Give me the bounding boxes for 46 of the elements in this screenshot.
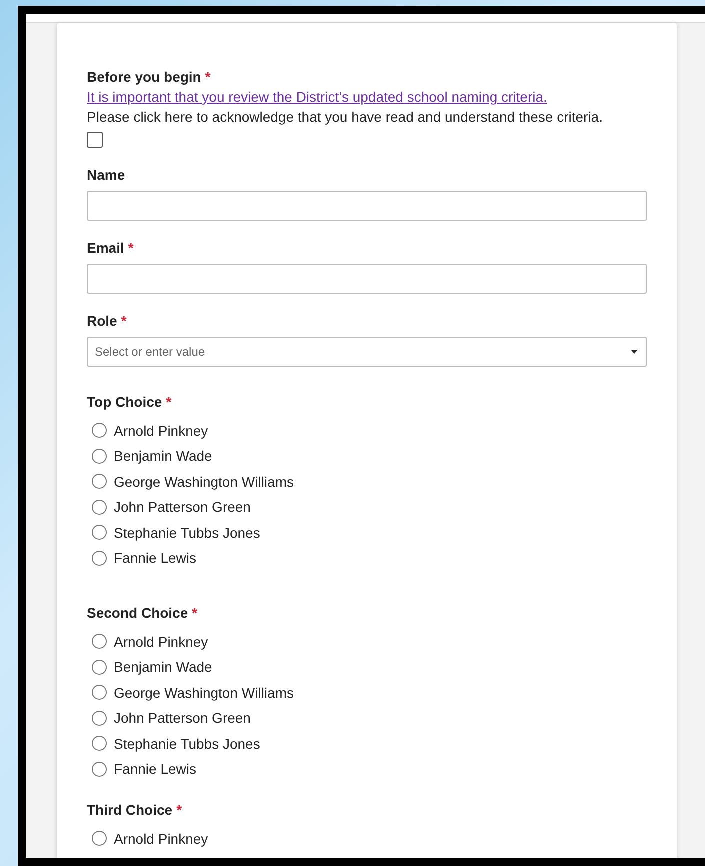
caret-icon (631, 350, 638, 354)
option-label[interactable]: Stephanie Tubbs Jones (114, 524, 260, 541)
option-label[interactable]: Arnold Pinkney (114, 830, 208, 847)
option-label[interactable]: George Washington Williams (114, 684, 294, 701)
option-label[interactable]: Stephanie Tubbs Jones (114, 736, 260, 752)
text-field[interactable] (87, 191, 647, 221)
role-dropdown[interactable]: Select or enter value (87, 337, 647, 367)
question-label: Before you begin * (87, 69, 211, 85)
option-label[interactable]: Fannie Lewis (114, 550, 196, 566)
option-label[interactable]: John Patterson Green (114, 710, 251, 726)
question-label: Name (87, 167, 126, 183)
option-label[interactable]: Fannie Lewis (114, 761, 196, 778)
option-label[interactable]: John Patterson Green (114, 499, 251, 516)
radio-button[interactable] (92, 762, 107, 777)
question-label: Second Choice * (87, 605, 198, 621)
required-mark: * (205, 69, 211, 85)
required-mark: * (192, 605, 198, 621)
text-field[interactable] (87, 264, 647, 294)
radio-button[interactable] (92, 634, 107, 650)
acknowledge-text: Please click here to acknowledge that you have read and understand these criteria. (87, 109, 604, 125)
acknowledge-checkbox[interactable] (87, 132, 103, 148)
option-label[interactable]: Arnold Pinkney (114, 422, 208, 439)
radio-button[interactable] (92, 423, 107, 438)
question-label: Email * (87, 240, 134, 256)
required-mark: * (121, 313, 127, 329)
option-label[interactable]: George Washington Williams (114, 474, 294, 490)
radio-button[interactable] (92, 660, 107, 675)
radio-button[interactable] (92, 831, 107, 846)
radio-button[interactable] (92, 448, 107, 464)
required-mark: * (128, 240, 134, 256)
required-mark: * (166, 394, 172, 410)
question-label: Top Choice * (87, 394, 172, 410)
question-label: Third Choice * (87, 802, 182, 818)
radio-button[interactable] (92, 474, 107, 490)
radio-button[interactable] (92, 736, 107, 752)
criteria-link[interactable]: It is important that you review the District’s updated school naming criteria. (87, 89, 548, 105)
required-mark: * (176, 802, 182, 818)
question-label: Role * (87, 313, 127, 329)
radio-button[interactable] (92, 685, 107, 700)
radio-button[interactable] (92, 710, 107, 726)
option-label[interactable]: Benjamin Wade (114, 659, 212, 676)
radio-button[interactable] (92, 550, 107, 566)
option-label[interactable]: Benjamin Wade (114, 448, 212, 464)
option-label[interactable]: Arnold Pinkney (114, 634, 208, 650)
radio-button[interactable] (92, 525, 107, 540)
radio-button[interactable] (92, 500, 107, 515)
